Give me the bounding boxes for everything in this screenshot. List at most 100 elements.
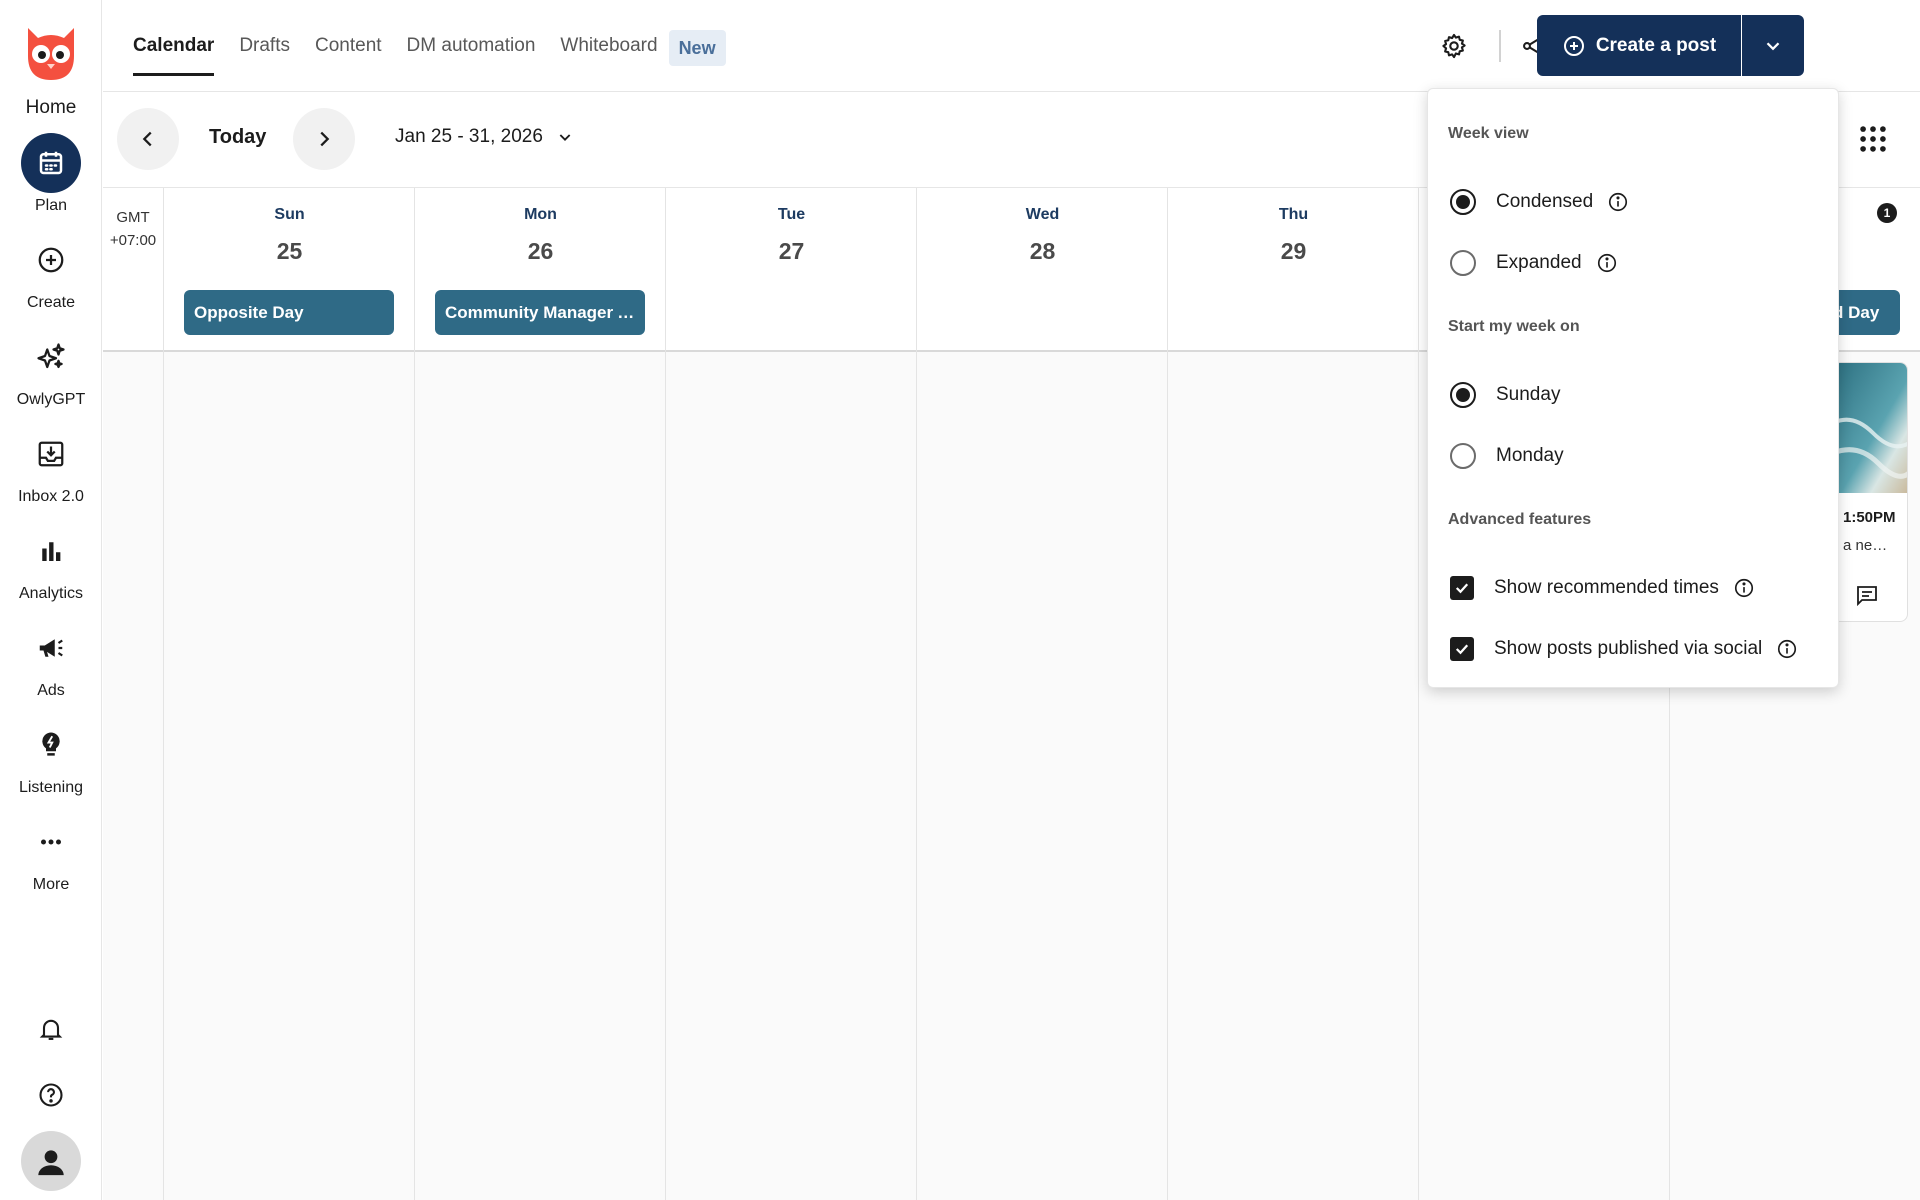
monday-radio[interactable]: [1450, 443, 1476, 469]
sidebar-item-more[interactable]: More: [0, 812, 102, 902]
tab-drafts[interactable]: Drafts: [239, 28, 290, 68]
sparkle-icon: [21, 327, 81, 387]
day-header-thu[interactable]: Thu 29: [1168, 206, 1419, 265]
checkmark-icon: [1455, 644, 1469, 655]
chevron-left-icon: [142, 131, 152, 147]
day-header-sun[interactable]: Sun 25: [164, 206, 415, 265]
post-thumbnail: [1833, 363, 1907, 493]
column-divider: [1167, 188, 1168, 1200]
sidebar-item-ads[interactable]: Ads: [0, 618, 102, 708]
calendar-icon: [21, 133, 81, 193]
condensed-option[interactable]: Condensed: [1450, 182, 1629, 222]
sidebar-item-inbox[interactable]: Inbox 2.0: [0, 424, 102, 514]
bell-icon[interactable]: [21, 999, 81, 1059]
monday-label: Monday: [1496, 445, 1564, 466]
published-via-social-label: Show posts published via social: [1494, 638, 1763, 659]
sidebar-item-label: Listening: [18, 779, 84, 796]
tab-calendar[interactable]: Calendar: [133, 28, 215, 76]
tab-content[interactable]: Content: [315, 28, 382, 68]
sidebar-item-analytics[interactable]: Analytics: [0, 521, 102, 611]
recommended-times-checkbox[interactable]: [1450, 576, 1474, 600]
megaphone-icon: [21, 618, 81, 678]
column-divider: [665, 188, 666, 1200]
advanced-features-heading: Advanced features: [1448, 511, 1592, 528]
info-icon[interactable]: [1607, 191, 1629, 213]
start-week-heading: Start my week on: [1448, 318, 1580, 335]
sidebar: Home Plan Create OwlyGPT Inbox 2.0 Analy…: [0, 0, 102, 1200]
today-button[interactable]: Today: [209, 126, 266, 149]
chevron-right-icon: [320, 131, 330, 147]
date-range-label: Jan 25 - 31, 2026: [395, 126, 543, 147]
next-week-button[interactable]: [293, 108, 355, 170]
sidebar-item-plan[interactable]: Plan: [0, 133, 102, 223]
new-badge: New: [668, 30, 726, 66]
day-header-wed[interactable]: Wed 28: [917, 206, 1168, 265]
create-post-button[interactable]: Create a post: [1537, 15, 1741, 76]
info-icon[interactable]: [1596, 252, 1618, 274]
apps-grid-icon[interactable]: [1856, 122, 1890, 156]
sidebar-item-create[interactable]: Create: [0, 230, 102, 320]
avatar[interactable]: [21, 1131, 81, 1191]
post-time: 1:50PM: [1843, 509, 1896, 526]
condensed-radio[interactable]: [1450, 189, 1476, 215]
day-header-tue[interactable]: Tue 27: [666, 206, 917, 265]
more-dots-icon: [21, 812, 81, 872]
day-number: 28: [1029, 238, 1056, 264]
timezone-label: GMT +07:00: [103, 206, 163, 252]
expanded-radio[interactable]: [1450, 250, 1476, 276]
column-divider: [163, 188, 164, 1200]
timezone-offset: +07:00: [109, 232, 157, 249]
home-label[interactable]: Home: [0, 97, 102, 119]
published-via-social-checkbox[interactable]: [1450, 637, 1474, 661]
info-icon[interactable]: [1776, 638, 1798, 660]
condensed-label: Condensed: [1496, 191, 1594, 212]
create-post-dropdown-button[interactable]: [1742, 15, 1804, 76]
column-divider: [916, 188, 917, 1200]
calendar-settings-panel: Week view Condensed Expanded Start my we…: [1427, 88, 1839, 688]
day-number: 27: [778, 238, 805, 264]
gear-icon[interactable]: [1434, 26, 1474, 66]
tab-dm-automation[interactable]: DM automation: [407, 28, 536, 68]
sidebar-item-owlygpt[interactable]: OwlyGPT: [0, 327, 102, 417]
sidebar-item-listening[interactable]: Listening: [0, 715, 102, 805]
day-name: Tue: [777, 206, 806, 223]
expanded-label: Expanded: [1496, 252, 1582, 273]
column-divider: [414, 188, 415, 1200]
comment-icon: [1857, 586, 1877, 607]
day-number: 29: [1280, 238, 1307, 264]
sunday-label: Sunday: [1496, 384, 1561, 405]
bar-chart-icon: [21, 521, 81, 581]
day-header-mon[interactable]: Mon 26: [415, 206, 666, 265]
chevron-down-icon: [1766, 41, 1780, 50]
post-count-badge: 1: [1877, 203, 1897, 223]
create-post-label: Create a post: [1595, 34, 1717, 56]
owl-logo-icon[interactable]: [20, 22, 82, 84]
monday-option[interactable]: Monday: [1450, 436, 1564, 476]
timezone-gmt: GMT: [116, 209, 150, 226]
sunday-option[interactable]: Sunday: [1450, 375, 1560, 415]
sidebar-item-label: More: [32, 876, 70, 893]
day-name: Mon: [524, 206, 557, 223]
published-via-social-option[interactable]: Show posts published via social: [1450, 629, 1798, 669]
lightbulb-icon: [21, 715, 81, 775]
date-range-picker[interactable]: Jan 25 - 31, 2026: [395, 126, 573, 148]
inbox-icon: [21, 424, 81, 484]
sidebar-item-label: Create: [26, 294, 76, 311]
help-icon[interactable]: [21, 1065, 81, 1125]
sunday-radio[interactable]: [1450, 382, 1476, 408]
info-icon[interactable]: [1733, 577, 1755, 599]
expanded-option[interactable]: Expanded: [1450, 243, 1618, 283]
previous-week-button[interactable]: [117, 108, 179, 170]
recommended-times-label: Show recommended times: [1494, 577, 1719, 598]
event-opposite-day[interactable]: Opposite Day: [184, 290, 394, 335]
chevron-down-icon: [559, 134, 571, 141]
divider: [1499, 30, 1501, 62]
tab-whiteboard[interactable]: Whiteboard: [560, 28, 657, 68]
day-name: Thu: [1278, 206, 1309, 223]
week-view-heading: Week view: [1448, 125, 1529, 142]
recommended-times-option[interactable]: Show recommended times: [1450, 568, 1755, 608]
event-community-manager[interactable]: Community Manager Appreciation Day: [435, 290, 645, 335]
scheduled-post-card[interactable]: 1:50PM a ne…: [1832, 362, 1908, 622]
sidebar-item-label: Inbox 2.0: [18, 488, 84, 505]
column-divider: [1418, 188, 1419, 1200]
